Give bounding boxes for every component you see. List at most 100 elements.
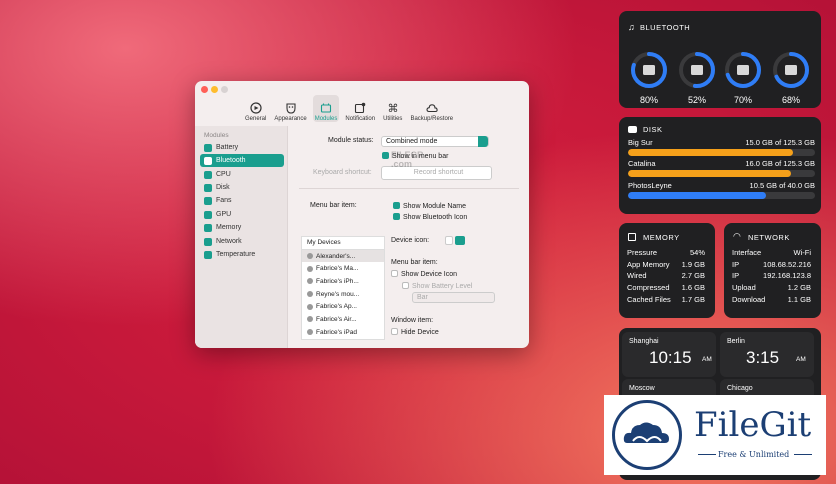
- battery-ring: [724, 51, 762, 89]
- sidebar-item-cpu[interactable]: CPU: [200, 168, 284, 181]
- sidebar-item-label: Bluetooth: [216, 157, 246, 164]
- show-battery-level-checkbox[interactable]: Show Battery Level: [402, 282, 472, 290]
- tab-backup-restore-label: Backup/Restore: [410, 116, 454, 122]
- memory-key: Pressure: [627, 248, 658, 257]
- sidebar-item-label: Battery: [216, 144, 239, 151]
- battery-percent-label: 52%: [687, 95, 706, 105]
- sidebar-item-disk[interactable]: Disk: [200, 181, 284, 194]
- show-battery-level-label: Show Battery Level: [412, 283, 473, 290]
- zoom-window-button[interactable]: [221, 86, 228, 93]
- list-item[interactable]: Fabrice's Air...: [302, 313, 384, 326]
- disk-volume-name: PhotosLeyne: [628, 181, 672, 190]
- chevron-down-icon: [478, 136, 488, 147]
- device-icon-label: Device icon:: [391, 237, 430, 244]
- gauge-icon: [250, 102, 262, 114]
- hide-device-checkbox[interactable]: Hide Device: [391, 328, 439, 336]
- sidebar-item-memory[interactable]: Memory: [200, 221, 284, 234]
- disk-usage-bar: [628, 170, 815, 177]
- memory-widget-title: MEMORY: [643, 233, 680, 242]
- network-value: 192.168.123.8: [763, 271, 811, 280]
- show-module-name-checkbox[interactable]: Show Module Name: [393, 202, 466, 210]
- airpods-icon: [204, 156, 212, 165]
- tab-appearance[interactable]: Appearance: [272, 95, 308, 122]
- show-bluetooth-icon-label: Show Bluetooth Icon: [403, 214, 468, 221]
- menu-bar-item-label: Menu bar item:: [310, 202, 357, 209]
- module-status-value: Combined mode: [386, 138, 438, 145]
- watermark: FILECR .com: [391, 150, 424, 169]
- device-list-header: My Devices: [302, 237, 384, 250]
- disk-icon: [628, 126, 637, 133]
- sidebar-item-fans[interactable]: Fans: [200, 194, 284, 207]
- bluetooth-icon: [307, 253, 313, 260]
- settings-window: General Appearance Modules Notification …: [195, 81, 529, 348]
- tab-modules[interactable]: Modules: [312, 95, 340, 122]
- tab-appearance-label: Appearance: [274, 116, 307, 122]
- bluetooth-widget-title: BLUETOOTH: [640, 23, 691, 32]
- mouse-icon: [691, 65, 703, 75]
- bluetooth-icon: [307, 329, 313, 336]
- disk-volume-name: Catalina: [628, 159, 656, 168]
- device-list-header-label: My Devices: [307, 239, 341, 247]
- checkbox-unchecked-icon: [391, 328, 398, 335]
- checkbox-unchecked-icon: [391, 270, 398, 277]
- minimize-window-button[interactable]: [211, 86, 218, 93]
- sidebar-item-label: Temperature: [216, 251, 256, 258]
- sidebar-item-temperature[interactable]: Temperature: [200, 248, 284, 261]
- disk-usage-bar: [628, 149, 815, 156]
- memory-value: 1.7 GB: [681, 295, 705, 304]
- tab-notification[interactable]: Notification: [343, 95, 377, 122]
- cloud-icon: [426, 104, 438, 113]
- battery-style-value: Bar: [417, 294, 428, 301]
- tablet-icon: [785, 65, 797, 75]
- sidebar-item-bluetooth[interactable]: Bluetooth: [200, 154, 284, 167]
- tab-utilities[interactable]: ⌘ Utilities: [381, 95, 404, 122]
- device-icon-preview: [445, 236, 453, 245]
- network-value: 1.1 GB: [787, 295, 811, 304]
- memory-value: 54%: [689, 248, 705, 257]
- tab-general-label: General: [245, 116, 267, 122]
- list-item[interactable]: Reyne's mou...: [302, 288, 384, 301]
- device-name: Fabrice's Air...: [316, 315, 357, 323]
- show-device-icon-checkbox[interactable]: Show Device Icon: [391, 270, 457, 278]
- gpu-icon: [204, 210, 212, 219]
- list-item[interactable]: Fabrice's iPh...: [302, 275, 384, 288]
- disk-volume-size: 15.0 GB of 125.3 GB: [745, 138, 815, 147]
- list-item[interactable]: Fabrice's Ap...: [302, 300, 384, 313]
- tab-backup-restore[interactable]: Backup/Restore: [408, 95, 455, 122]
- disk-usage-fill: [628, 192, 767, 199]
- sidebar-item-network[interactable]: Network: [200, 235, 284, 248]
- window-item-label: Window item:: [391, 317, 434, 324]
- module-status-select[interactable]: Combined mode: [381, 136, 489, 147]
- device-icon-picker-button[interactable]: [455, 236, 465, 245]
- list-item[interactable]: Fabrice's iPad: [302, 326, 384, 339]
- thermometer-icon: [204, 250, 212, 259]
- device-name: Fabrice's iPad: [316, 328, 357, 336]
- cloud-icon: [623, 422, 669, 443]
- network-value: 108.68.52.216: [763, 260, 811, 269]
- clock-time: 3:15: [746, 348, 780, 367]
- airpods-icon: [307, 316, 313, 323]
- device-menu-bar-item-label: Menu bar item:: [391, 259, 438, 266]
- close-window-button[interactable]: [201, 86, 208, 93]
- memory-key: Cached Files: [627, 295, 671, 304]
- show-bluetooth-icon-checkbox[interactable]: Show Bluetooth Icon: [393, 213, 467, 221]
- toolbar: General Appearance Modules Notification …: [243, 95, 455, 122]
- list-item[interactable]: Fabrice's Ma...: [302, 262, 384, 275]
- airpods-icon: ♫: [628, 22, 635, 32]
- clock-ampm: AM: [796, 356, 806, 363]
- battery-icon: [204, 143, 212, 152]
- sidebar-item-label: Memory: [216, 224, 242, 231]
- phone-icon: [737, 65, 749, 75]
- notification-icon: [355, 102, 366, 114]
- memory-key: Wired: [627, 271, 647, 280]
- list-item[interactable]: Alexander's...: [302, 249, 384, 263]
- device-list: My Devices Alexander's... Fabrice's Ma..…: [301, 236, 385, 340]
- sidebar-item-battery[interactable]: Battery: [200, 141, 284, 154]
- sidebar-item-gpu[interactable]: GPU: [200, 208, 284, 221]
- sidebar-item-label: GPU: [216, 211, 232, 218]
- sidebar-item-label: Fans: [216, 197, 232, 204]
- divider: [299, 188, 519, 189]
- battery-style-select[interactable]: Bar: [412, 292, 495, 303]
- tab-general[interactable]: General: [243, 95, 268, 122]
- divider: [794, 454, 812, 455]
